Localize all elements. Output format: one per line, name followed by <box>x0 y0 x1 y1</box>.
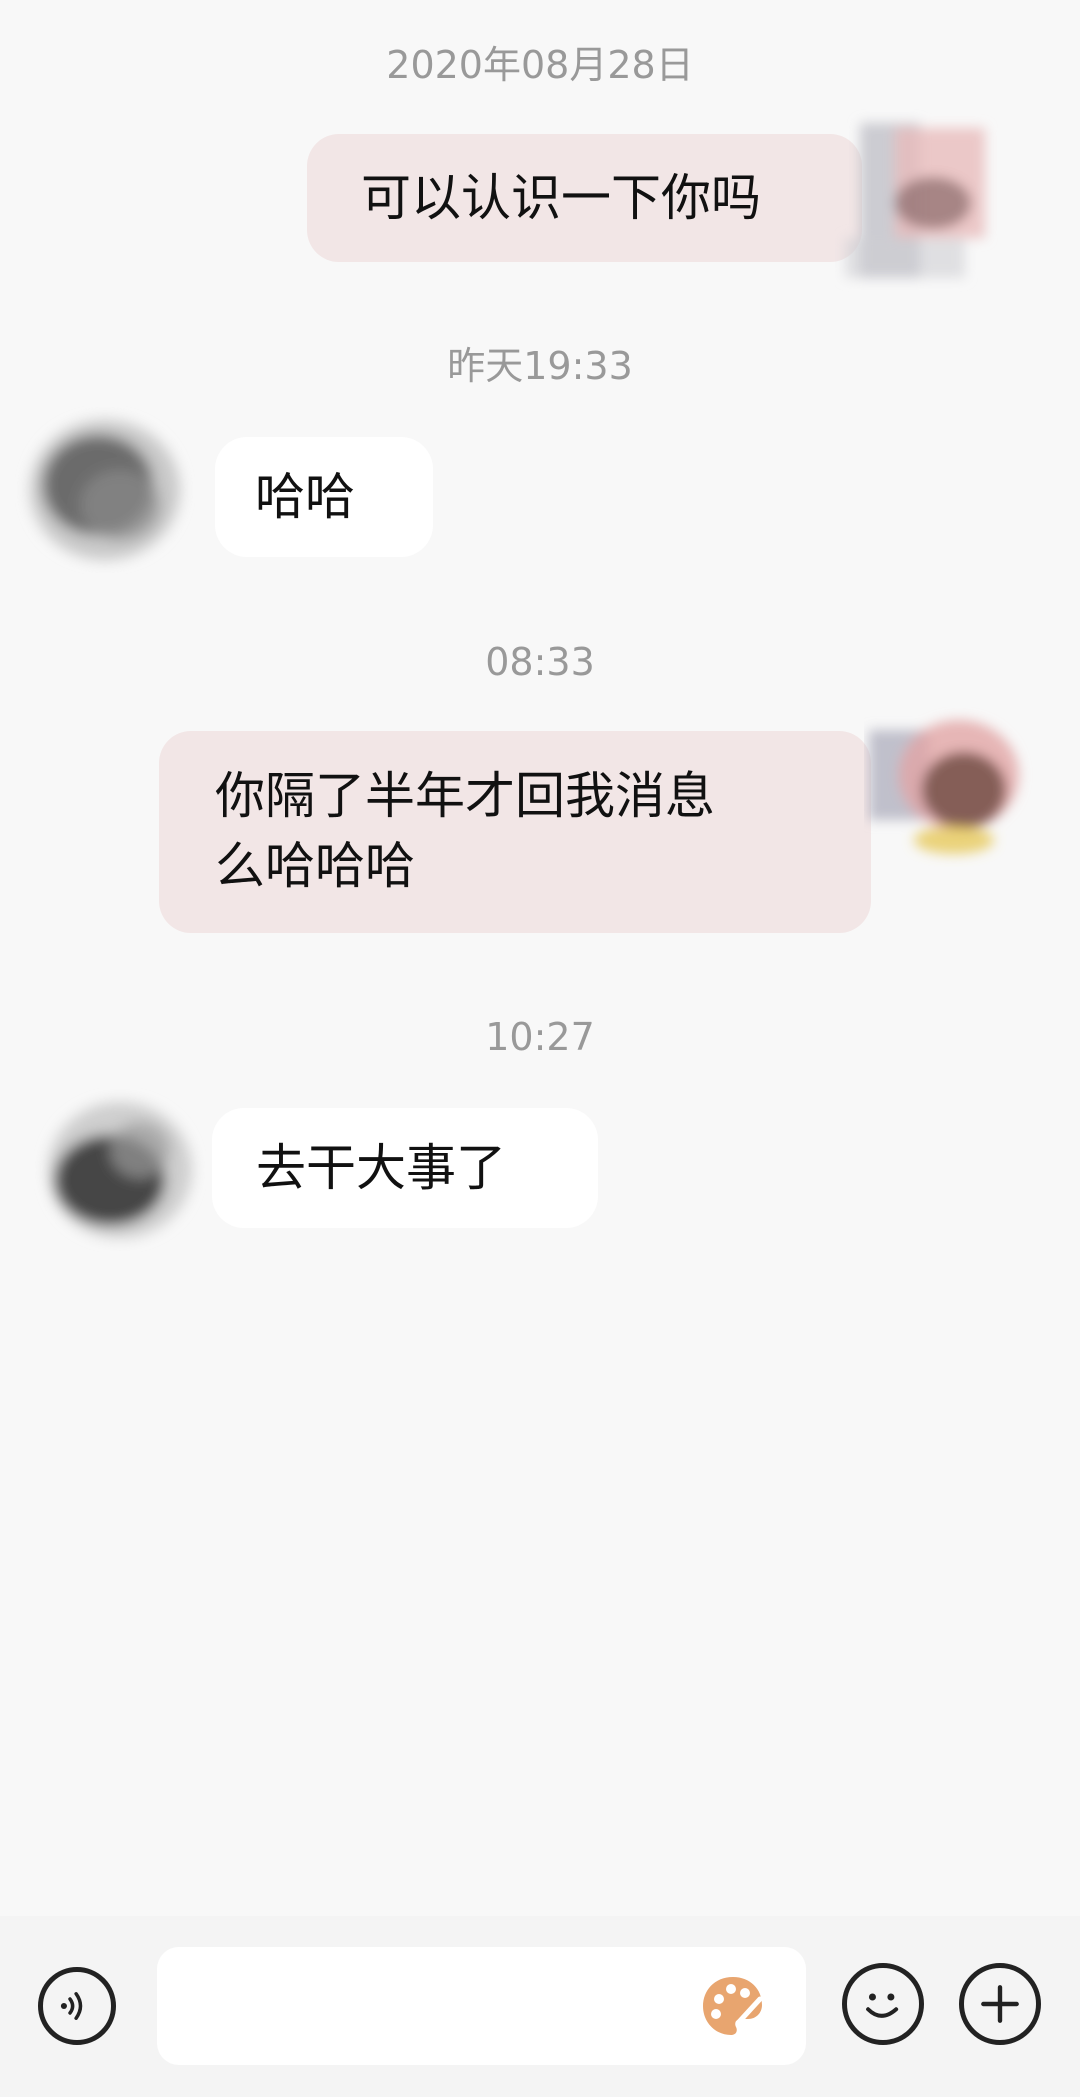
avatar-self[interactable] <box>835 108 1025 298</box>
avatar-self[interactable] <box>864 690 1054 880</box>
voice-icon <box>60 1992 83 2020</box>
emoji-icon <box>866 1993 899 2018</box>
emoji-button[interactable] <box>842 1963 924 2045</box>
timestamp: 08:33 <box>485 640 595 684</box>
input-bar <box>0 1916 1080 2097</box>
avatar-contact[interactable] <box>10 395 200 585</box>
plus-icon <box>981 1985 1019 2023</box>
message-bubble-incoming[interactable]: 哈哈 <box>215 437 433 557</box>
message-bubble-outgoing[interactable]: 可以认识一下你吗 <box>307 134 862 262</box>
message-bubble-outgoing[interactable]: 你隔了半年才回我消息 么哈哈哈 <box>159 731 871 933</box>
avatar-contact[interactable] <box>25 1070 215 1260</box>
message-bubble-incoming[interactable]: 去干大事了 <box>212 1108 598 1228</box>
timestamp: 昨天19:33 <box>447 344 633 388</box>
timestamp: 10:27 <box>485 1015 595 1059</box>
chat-area: 2020年08月28日 可以认识一下你吗 昨天19:33 哈哈 08:33 你隔… <box>0 0 1080 1916</box>
timestamp: 2020年08月28日 <box>386 43 694 87</box>
palette-icon[interactable] <box>698 1971 768 2041</box>
voice-button[interactable] <box>38 1967 116 2045</box>
add-button[interactable] <box>959 1963 1041 2045</box>
